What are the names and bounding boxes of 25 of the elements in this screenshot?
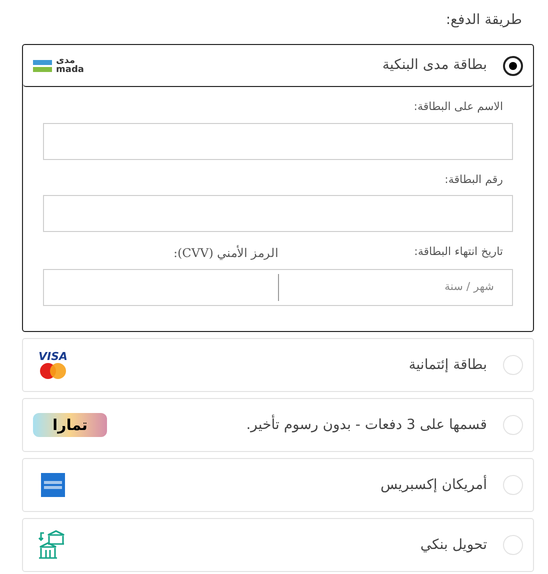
payment-option-label: تحويل بنكي [420, 536, 487, 554]
section-heading: طريقة الدفع: [444, 11, 523, 30]
payment-option-label: قسمها على 3 دفعات - بدون رسوم تأخير. [246, 414, 487, 434]
card-icon [41, 473, 65, 497]
card-name-field[interactable] [43, 122, 513, 160]
logo-text: mada [56, 66, 84, 74]
stripes-icon [33, 60, 52, 72]
payment-option-label: أمريكان إكسبريس [380, 474, 487, 494]
payment-option-card[interactable]: أمريكان إكسبريس [22, 458, 534, 512]
payment-option-card[interactable]: قسمها على 3 دفعات - بدون رسوم تأخير. تمارا [22, 398, 534, 452]
logo-text: مدى [56, 56, 76, 66]
field-label: الاسم على البطاقة: [412, 99, 504, 115]
payment-option-label: بطاقة إئتمانية [408, 356, 487, 374]
field-label: تاريخ انتهاء البطاقة: [413, 244, 503, 260]
cvv-field[interactable] [43, 269, 278, 306]
card-number-field[interactable] [43, 195, 513, 232]
payment-option-label: بطاقة مدى البنكية [382, 56, 487, 75]
expiry-date-field[interactable]: شهر / سنة [279, 269, 513, 306]
field-label: رقم البطاقة: [444, 172, 504, 188]
logo-text: VISA [38, 350, 68, 362]
field-label: الرمز الأمني (CVV): [173, 244, 278, 262]
overlapping-circles-icon [38, 362, 68, 380]
logo-badge: تمارا [33, 413, 107, 437]
payment-option-card[interactable]: تحويل بنكي [22, 518, 534, 572]
radio-button[interactable] [503, 56, 523, 76]
